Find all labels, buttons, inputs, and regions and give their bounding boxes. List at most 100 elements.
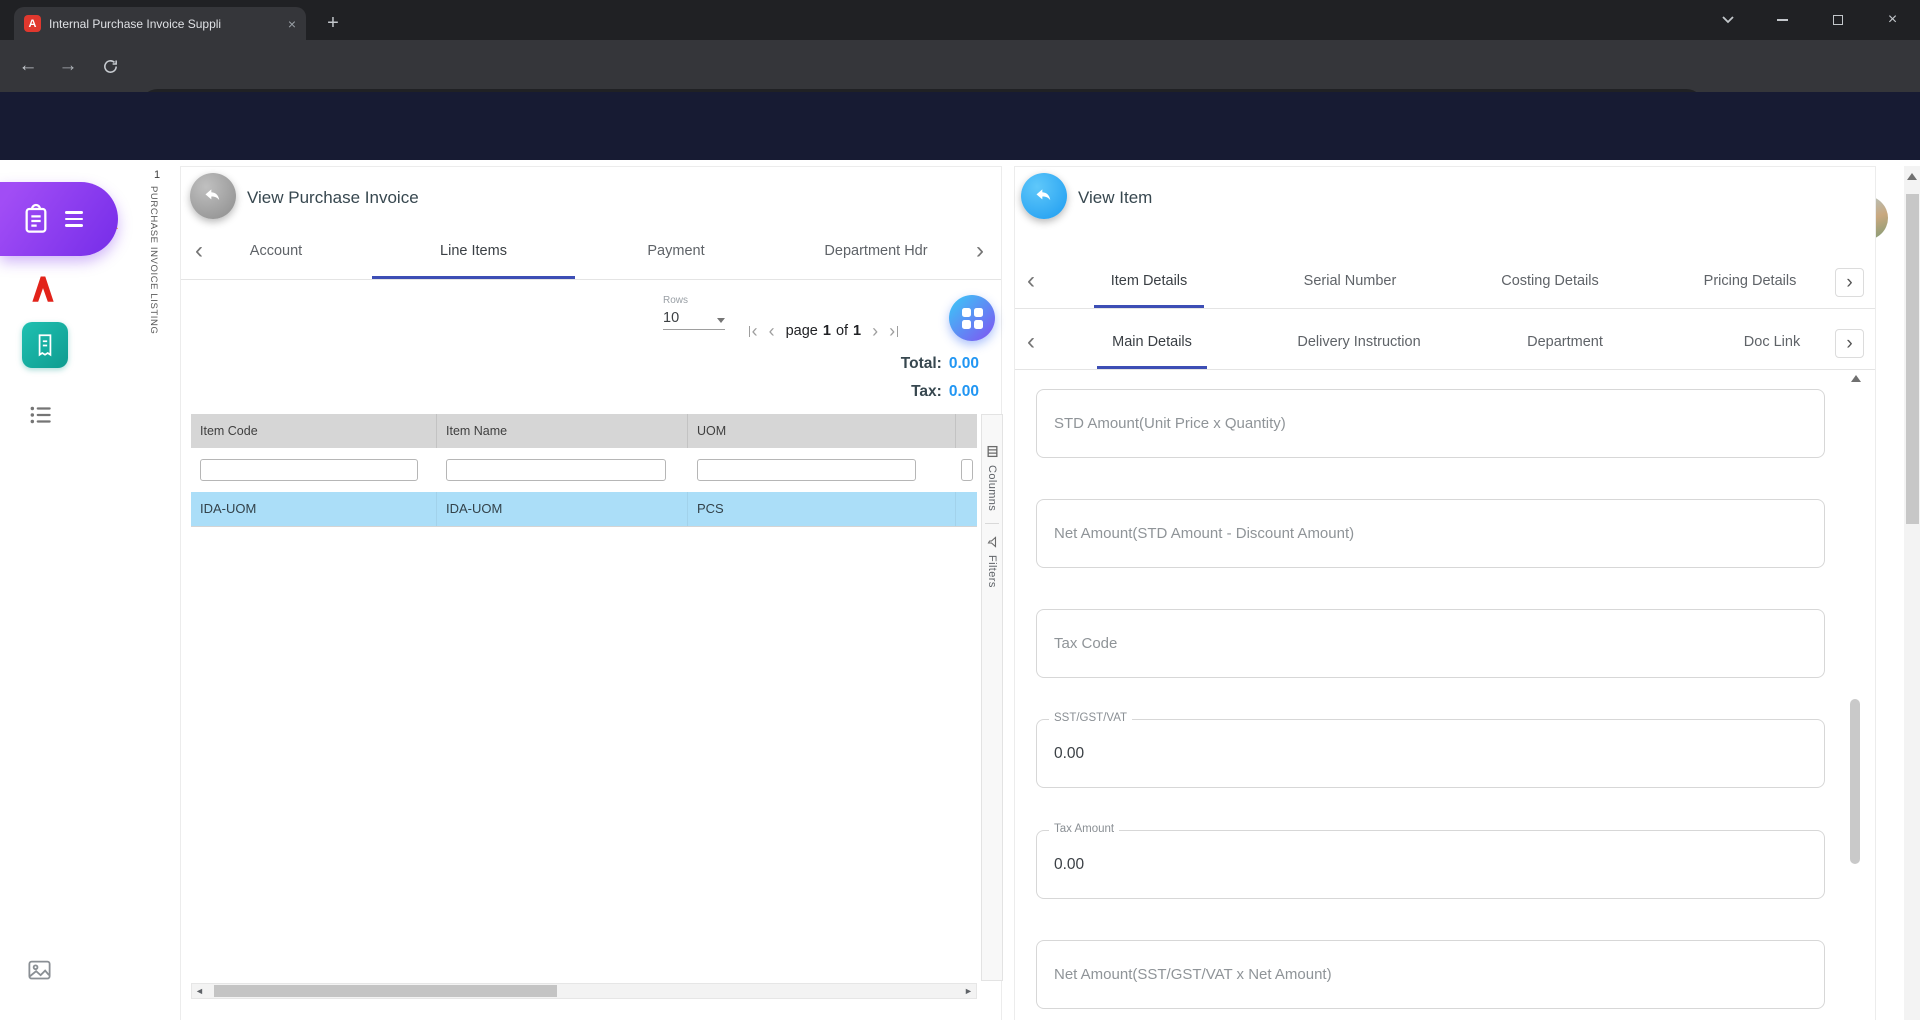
field-value: 0.00 <box>1054 720 1084 787</box>
tabs-scroll-right-icon[interactable]: › <box>1835 329 1864 358</box>
invoice-tabs: ‹ Account Line Items Payment Department … <box>181 225 1001 280</box>
panel-scroll-thumb[interactable] <box>1850 699 1860 864</box>
minimize-button[interactable] <box>1755 0 1810 40</box>
invoice-panel: View Purchase Invoice ‹ Account Line Ite… <box>180 166 1002 1020</box>
page-scrollbar[interactable] <box>1904 166 1920 1020</box>
tab-favicon-icon: A <box>24 15 41 32</box>
field-net-amount[interactable]: Net Amount(STD Amount - Discount Amount) <box>1036 499 1825 568</box>
tab-close-icon[interactable]: × <box>288 16 296 32</box>
invoice-panel-title: View Purchase Invoice <box>247 188 419 208</box>
browser-toolbar: ← → akaun.cloud/#/applets/tnt/wavelet/er… <box>0 40 1920 92</box>
tax-line: Tax: 0.00 <box>681 383 979 401</box>
cell-partial <box>956 492 977 526</box>
pagination-next-button[interactable]: › <box>872 322 878 340</box>
page-scroll-thumb[interactable] <box>1906 194 1919 524</box>
tab-delivery-instruction[interactable]: Delivery Instruction <box>1284 317 1434 369</box>
table-filter-row <box>191 448 977 492</box>
menu-icon[interactable] <box>65 211 83 226</box>
tab-serial-number[interactable]: Serial Number <box>1285 256 1415 308</box>
tab-department-hdr[interactable]: Department Hdr <box>777 225 975 279</box>
tabs-scroll-left-icon[interactable]: ‹ <box>1027 330 1035 354</box>
pagination-prev-button[interactable]: ‹ <box>769 322 775 340</box>
clipboard-icon <box>20 203 52 235</box>
app-header: akaun <box>0 92 1920 160</box>
tab-main-details[interactable]: Main Details <box>1097 317 1207 369</box>
columns-tool-button[interactable]: Columns <box>986 465 998 511</box>
hscroll-thumb[interactable] <box>214 985 557 997</box>
list-icon[interactable] <box>28 402 54 433</box>
reply-arrow-icon <box>1034 186 1054 206</box>
horizontal-scrollbar[interactable]: ◄ ► <box>191 983 977 999</box>
item-tabs-primary: ‹ Item Details Serial Number Costing Det… <box>1015 256 1875 309</box>
total-value: 0.00 <box>949 355 979 373</box>
panel-scroll-up-icon[interactable] <box>1851 375 1861 382</box>
forward-button[interactable]: → <box>52 50 84 82</box>
item-back-button[interactable] <box>1021 173 1067 219</box>
tab-search-icon[interactable] <box>1700 0 1755 40</box>
browser-tabstrip: A Internal Purchase Invoice Suppli × + × <box>0 0 1920 40</box>
rows-label: Rows <box>663 295 688 306</box>
pagination-first-button[interactable]: ‹ <box>747 322 758 340</box>
table-tools-strip: Columns Filters <box>981 414 1003 981</box>
new-tab-button[interactable]: + <box>320 10 346 36</box>
pagination-last-button[interactable]: › <box>889 322 900 340</box>
field-tax-code[interactable]: Tax Code <box>1036 609 1825 678</box>
tab-doc-link[interactable]: Doc Link <box>1722 317 1822 369</box>
tab-payment[interactable]: Payment <box>575 225 777 279</box>
column-header-uom[interactable]: UOM <box>688 414 956 448</box>
tax-value: 0.00 <box>949 383 979 401</box>
field-value: 0.00 <box>1054 831 1084 898</box>
applet-pill[interactable] <box>0 182 118 256</box>
tax-label: Tax: <box>911 383 942 401</box>
field-tax-amount[interactable]: Tax Amount 0.00 <box>1036 830 1825 899</box>
field-sst-gst-vat[interactable]: SST/GST/VAT 0.00 <box>1036 719 1825 788</box>
item-panel-title: View Item <box>1078 188 1152 208</box>
filter-funnel-icon <box>986 536 998 548</box>
scroll-right-icon[interactable]: ► <box>961 984 976 998</box>
tab-department[interactable]: Department <box>1505 317 1625 369</box>
column-header-item-code[interactable]: Item Code <box>191 414 437 448</box>
tab-title: Internal Purchase Invoice Suppli <box>49 17 282 31</box>
tab-account[interactable]: Account <box>201 225 351 279</box>
field-label: Net Amount(STD Amount - Discount Amount) <box>1054 500 1354 567</box>
table-row-selected[interactable]: IDA-UOM IDA-UOM PCS <box>191 492 977 527</box>
listing-index: 1 <box>154 169 160 181</box>
receipt-app-icon[interactable] <box>22 322 68 368</box>
field-label: STD Amount(Unit Price x Quantity) <box>1054 390 1286 457</box>
field-std-amount[interactable]: STD Amount(Unit Price x Quantity) <box>1036 389 1825 458</box>
filter-input-item-code[interactable] <box>200 459 418 481</box>
maximize-button[interactable] <box>1810 0 1865 40</box>
column-header-item-name[interactable]: Item Name <box>437 414 688 448</box>
item-tabs-secondary: ‹ Main Details Delivery Instruction Depa… <box>1015 317 1875 370</box>
tab-item-details[interactable]: Item Details <box>1094 256 1204 308</box>
tools-divider <box>985 523 999 524</box>
page-scroll-up-icon[interactable] <box>1907 173 1917 180</box>
browser-tab[interactable]: A Internal Purchase Invoice Suppli × <box>14 7 306 40</box>
tab-pricing-details[interactable]: Pricing Details <box>1680 256 1820 308</box>
field-label: Net Amount(SST/GST/VAT x Net Amount) <box>1054 941 1332 1008</box>
close-window-button[interactable]: × <box>1865 0 1920 40</box>
grid-view-button[interactable] <box>949 295 995 341</box>
filters-tool-button[interactable]: Filters <box>986 555 998 588</box>
tabs-scroll-left-icon[interactable]: ‹ <box>1027 269 1035 293</box>
rows-per-page-select[interactable]: 10 <box>663 310 725 330</box>
invoice-back-button[interactable] <box>190 173 236 219</box>
tab-costing-details[interactable]: Costing Details <box>1480 256 1620 308</box>
back-button[interactable]: ← <box>12 50 44 82</box>
window-controls: × <box>1700 0 1920 40</box>
filter-input-item-name[interactable] <box>446 459 666 481</box>
letter-a-red-icon[interactable] <box>26 272 60 311</box>
item-panel: View Item ‹ Item Details Serial Number C… <box>1014 166 1876 1020</box>
listing-vertical-label[interactable]: PURCHASE INVOICE LISTING <box>148 186 159 334</box>
image-icon[interactable] <box>26 956 53 988</box>
filter-input-partial[interactable] <box>961 459 973 481</box>
tabs-scroll-right-icon[interactable]: › <box>1835 268 1864 297</box>
grid-icon <box>962 308 983 329</box>
tabs-scroll-right-icon[interactable]: › <box>976 239 984 263</box>
scroll-left-icon[interactable]: ◄ <box>192 984 207 998</box>
field-net-amount-after-tax[interactable]: Net Amount(SST/GST/VAT x Net Amount) <box>1036 940 1825 1009</box>
tab-line-items[interactable]: Line Items <box>372 225 575 279</box>
cell-uom: PCS <box>688 492 956 526</box>
reload-button[interactable] <box>94 50 126 82</box>
filter-input-uom[interactable] <box>697 459 916 481</box>
